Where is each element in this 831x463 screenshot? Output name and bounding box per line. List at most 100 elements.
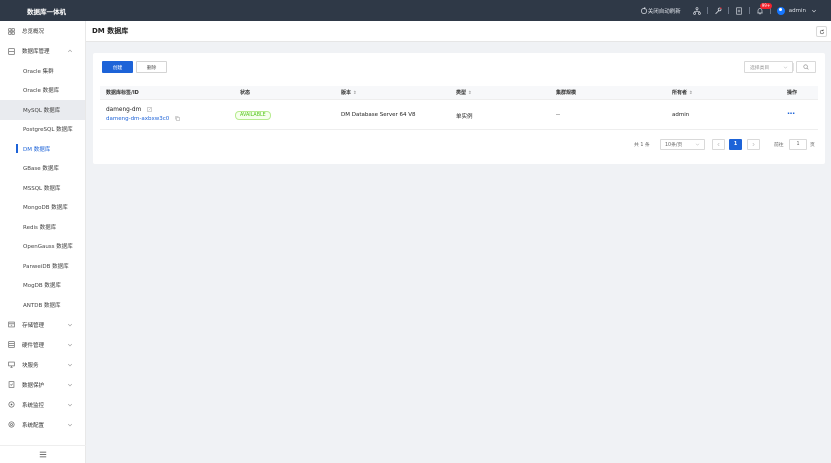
column-header-owner[interactable]: 所有者 ⇕ <box>672 86 693 100</box>
sort-icon: ⇕ <box>688 91 693 96</box>
top-bar-actions: 关闭自动刷新 99+ admin <box>634 0 823 21</box>
sidebar-item-label: MongoDB 数据库 <box>23 205 68 212</box>
database-icon <box>8 47 15 55</box>
sidebar-group-storage[interactable]: 存储管理 <box>0 315 85 335</box>
page-number-current[interactable]: 1 <box>729 139 742 150</box>
db-id-link[interactable]: dameng-dm-axbxw3c0 <box>106 116 169 122</box>
more-actions-icon[interactable]: ··· <box>787 109 795 118</box>
prev-page-button[interactable] <box>712 139 725 150</box>
sort-icon: ⇕ <box>352 91 357 96</box>
scale-cell: -- <box>556 112 560 118</box>
notifications-button[interactable]: 99+ <box>750 0 773 21</box>
sidebar-item-gbase-db[interactable]: GBase 数据库 <box>0 159 85 179</box>
sidebar-item-label: 数据保护 <box>22 382 45 389</box>
network-icon <box>693 6 701 15</box>
page-size-select[interactable]: 10条/页 <box>660 139 705 150</box>
sidebar-item-opengauss-db[interactable]: OpenGauss 数据库 <box>0 237 85 257</box>
page-header: DM 数据库 <box>86 21 831 42</box>
sidebar-item-label: OpenGauss 数据库 <box>23 244 73 251</box>
sidebar-item-mysql-db[interactable]: MySQL 数据库 <box>0 100 85 120</box>
settings-icon <box>8 421 15 428</box>
sidebar-item-redis-db[interactable]: Redis 数据库 <box>0 217 85 237</box>
sidebar-item-dm-db[interactable]: DM 数据库 <box>0 139 85 159</box>
copy-icon[interactable] <box>175 116 180 121</box>
goto-suffix: 页 <box>810 143 815 148</box>
refresh-button[interactable] <box>816 26 827 37</box>
chevron-right-icon <box>752 142 755 147</box>
sidebar-item-label: Oracle 集群 <box>23 68 54 75</box>
sidebar-item-label: 硬件管理 <box>22 342 45 349</box>
create-button[interactable]: 创建 <box>102 61 133 73</box>
search-icon <box>803 64 809 70</box>
column-header-version[interactable]: 版本 ⇕ <box>341 86 357 100</box>
sidebar-item-label: 系统监控 <box>22 402 45 409</box>
chevron-down-icon <box>67 323 73 326</box>
chevron-up-icon <box>67 49 73 53</box>
page-size-value: 10条/页 <box>665 143 683 148</box>
column-header-type[interactable]: 类型 ⇕ <box>456 86 472 100</box>
tools-button[interactable] <box>708 0 728 21</box>
sidebar-item-mogdb-db[interactable]: MogDB 数据库 <box>0 276 85 296</box>
hamburger-icon <box>39 451 47 458</box>
sidebar-item-postgresql-db[interactable]: PostgreSQL 数据库 <box>0 120 85 140</box>
user-name: admin <box>788 7 806 14</box>
next-page-button[interactable] <box>747 139 760 150</box>
sidebar-item-label: GBase 数据库 <box>23 166 59 173</box>
sidebar-item-mssql-db[interactable]: MSSQL 数据库 <box>0 178 85 198</box>
goto-prefix: 前往 <box>774 143 784 148</box>
column-header-actions: 操作 <box>787 90 798 96</box>
sidebar-item-label: PanweiDB 数据库 <box>23 263 69 270</box>
category-select[interactable]: 选择类目 <box>744 61 793 73</box>
topology-button[interactable] <box>687 0 707 21</box>
sidebar-item-label: 块服务 <box>22 362 39 369</box>
chevron-down-icon <box>783 66 788 69</box>
refresh-off-icon <box>640 6 647 14</box>
sidebar-item-antdb-db[interactable]: ANTDB 数据库 <box>0 295 85 315</box>
top-bar: 数据库一体机 关闭自动刷新 99+ admin <box>0 0 831 21</box>
chevron-down-icon <box>67 363 73 366</box>
db-name: dameng-dm <box>106 107 142 113</box>
sidebar-item-panweidb-db[interactable]: PanweiDB 数据库 <box>0 256 85 276</box>
user-menu[interactable]: admin <box>771 0 823 21</box>
app-title: 数据库一体机 <box>27 7 66 16</box>
table-row: dameng-dm dameng-dm-axbxw3c0 AVAILABLE D… <box>100 100 818 130</box>
grid-icon <box>8 27 15 35</box>
monitor-icon <box>8 361 15 368</box>
docs-button[interactable] <box>729 0 749 21</box>
search-button[interactable] <box>796 61 816 73</box>
target-icon <box>8 401 15 408</box>
auto-refresh-label: 关闭自动刷新 <box>647 8 681 15</box>
owner-cell: admin <box>672 112 690 118</box>
chevron-down-icon <box>67 403 73 406</box>
divider <box>793 63 794 71</box>
edit-icon[interactable] <box>147 107 152 112</box>
sidebar-group-db-management[interactable]: 数据库管理 <box>0 41 85 61</box>
sidebar-item-label: Redis 数据库 <box>23 224 57 231</box>
sidebar-item-mongodb-db[interactable]: MongoDB 数据库 <box>0 198 85 218</box>
delete-button[interactable]: 删除 <box>136 61 167 73</box>
sidebar-group-hardware[interactable]: 硬件管理 <box>0 335 85 355</box>
sidebar-group-data-protection[interactable]: 数据保护 <box>0 375 85 395</box>
sidebar-item-overview[interactable]: 总览概况 <box>0 21 85 41</box>
sidebar-group-system-config[interactable]: 系统配置 <box>0 415 85 435</box>
database-list-card: 创建 删除 选择类目 数据库标签/ID 状态 版本 ⇕ 类型 ⇕ 集群规模 所有… <box>93 53 825 164</box>
table-header: 数据库标签/ID 状态 版本 ⇕ 类型 ⇕ 集群规模 所有者 ⇕ 操作 <box>100 86 818 100</box>
sidebar-item-label: MySQL 数据库 <box>23 107 61 114</box>
sidebar-item-label: 存储管理 <box>22 322 45 329</box>
sidebar-item-oracle-cluster[interactable]: Oracle 集群 <box>0 61 85 81</box>
column-header-label: 版本 <box>341 90 352 96</box>
sidebar-item-label: 总览概况 <box>22 29 45 35</box>
refresh-icon <box>819 28 824 34</box>
version-cell: DM Database Server 64 V8 <box>341 112 416 118</box>
auto-refresh-toggle[interactable]: 关闭自动刷新 <box>634 0 687 21</box>
sidebar-item-label: PostgreSQL 数据库 <box>23 127 73 134</box>
sidebar-collapse-button[interactable] <box>0 445 86 463</box>
shield-icon <box>8 381 15 388</box>
type-cell: 单实例 <box>456 114 473 120</box>
sidebar-item-oracle-db[interactable]: Oracle 数据库 <box>0 81 85 101</box>
goto-page-input[interactable]: 1 <box>789 139 807 150</box>
sidebar-item-label: 系统配置 <box>22 422 45 429</box>
sidebar-group-block-service[interactable]: 块服务 <box>0 355 85 375</box>
avatar <box>776 6 785 15</box>
sidebar-group-monitoring[interactable]: 系统监控 <box>0 395 85 415</box>
